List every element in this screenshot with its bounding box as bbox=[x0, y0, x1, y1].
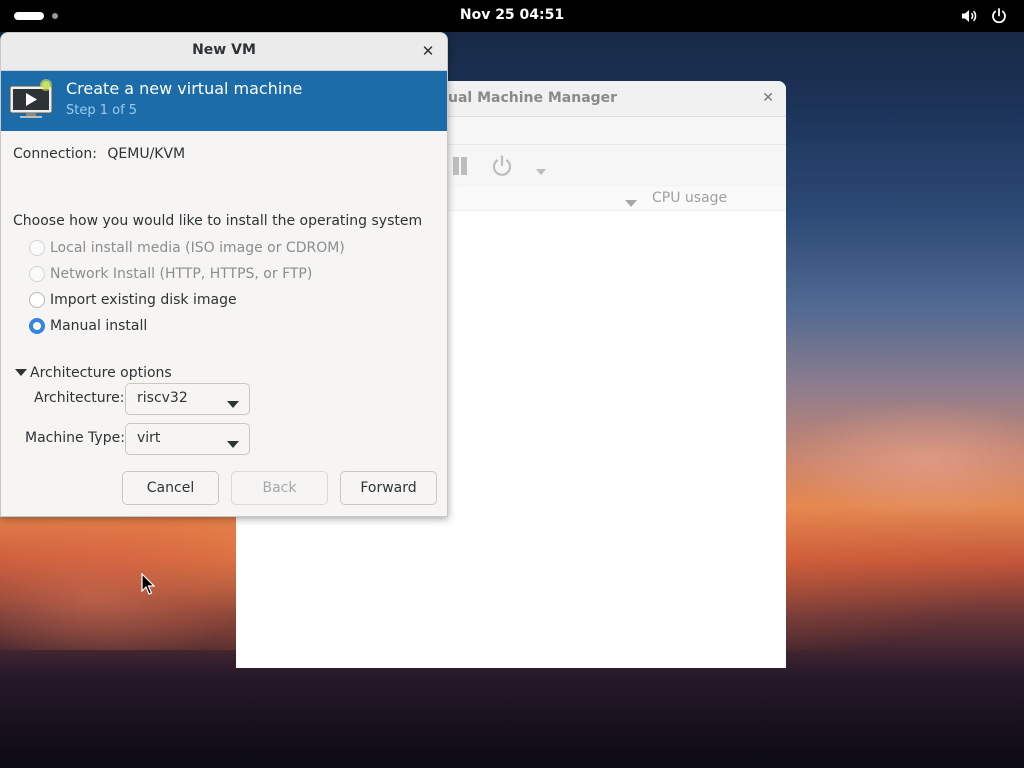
column-cpu-usage[interactable]: CPU usage bbox=[652, 190, 727, 206]
wizard-banner: Create a new virtual machine Step 1 of 5 bbox=[1, 71, 447, 131]
close-icon[interactable]: ✕ bbox=[762, 90, 774, 106]
expander-label: Architecture options bbox=[30, 365, 172, 381]
radio-label: Manual install bbox=[50, 318, 148, 334]
architecture-label: Architecture: bbox=[34, 390, 125, 406]
forward-button[interactable]: Forward bbox=[340, 471, 437, 505]
install-prompt: Choose how you would like to install the… bbox=[13, 213, 423, 229]
cancel-button[interactable]: Cancel bbox=[122, 471, 219, 505]
connection-label: Connection: bbox=[13, 146, 97, 162]
new-vm-dialog[interactable]: New VM ✕ Create a new virtual machine St… bbox=[0, 32, 448, 517]
power-icon[interactable] bbox=[990, 7, 1008, 25]
radio-button[interactable] bbox=[29, 240, 45, 256]
volume-icon[interactable] bbox=[960, 7, 978, 25]
chevron-down-icon[interactable] bbox=[535, 164, 547, 180]
machine-type-label: Machine Type: bbox=[25, 430, 125, 446]
wallpaper-cloud bbox=[0, 520, 240, 650]
wallpaper-cloud bbox=[780, 400, 1024, 520]
pause-icon[interactable] bbox=[450, 156, 470, 180]
architecture-value: riscv32 bbox=[137, 390, 188, 406]
dialog-header[interactable]: New VM ✕ bbox=[1, 33, 447, 71]
sort-arrow-icon[interactable] bbox=[625, 195, 637, 211]
chevron-down-icon bbox=[227, 436, 239, 452]
radio-network-install[interactable]: Network Install (HTTP, HTTPS, or FTP) bbox=[29, 266, 312, 282]
radio-label: Import existing disk image bbox=[50, 292, 237, 308]
wizard-title: Create a new virtual machine bbox=[66, 79, 303, 98]
expander-arrow-icon bbox=[15, 365, 27, 381]
connection-row: Connection: QEMU/KVM bbox=[13, 146, 185, 162]
radio-label: Network Install (HTTP, HTTPS, or FTP) bbox=[50, 266, 313, 282]
close-icon[interactable]: ✕ bbox=[417, 40, 439, 62]
connection-value: QEMU/KVM bbox=[107, 146, 186, 162]
mouse-cursor-icon bbox=[141, 572, 156, 599]
radio-button-selected[interactable] bbox=[29, 318, 45, 334]
back-button[interactable]: Back bbox=[231, 471, 328, 505]
machine-type-value: virt bbox=[137, 430, 161, 446]
machine-type-dropdown[interactable]: virt bbox=[125, 423, 250, 455]
radio-label: Local install media (ISO image or CDROM) bbox=[50, 240, 345, 256]
system-tray[interactable] bbox=[960, 7, 1008, 25]
virtual-machine-icon bbox=[9, 79, 57, 125]
clock[interactable]: Nov 25 04:51 bbox=[0, 7, 1024, 23]
radio-button[interactable] bbox=[29, 292, 45, 308]
radio-import-disk[interactable]: Import existing disk image bbox=[29, 292, 237, 308]
top-bar: Nov 25 04:51 bbox=[0, 0, 1024, 32]
chevron-down-icon bbox=[227, 396, 239, 412]
architecture-dropdown[interactable]: riscv32 bbox=[125, 383, 250, 415]
radio-manual-install[interactable]: Manual install bbox=[29, 318, 147, 334]
architecture-options-expander[interactable]: Architecture options bbox=[15, 365, 172, 381]
wizard-step: Step 1 of 5 bbox=[66, 103, 138, 118]
power-icon[interactable] bbox=[490, 154, 514, 182]
vm-manager-title: ual Machine Manager bbox=[448, 90, 618, 106]
dialog-title: New VM bbox=[192, 42, 256, 58]
radio-button[interactable] bbox=[29, 266, 45, 282]
radio-local-install[interactable]: Local install media (ISO image or CDROM) bbox=[29, 240, 345, 256]
